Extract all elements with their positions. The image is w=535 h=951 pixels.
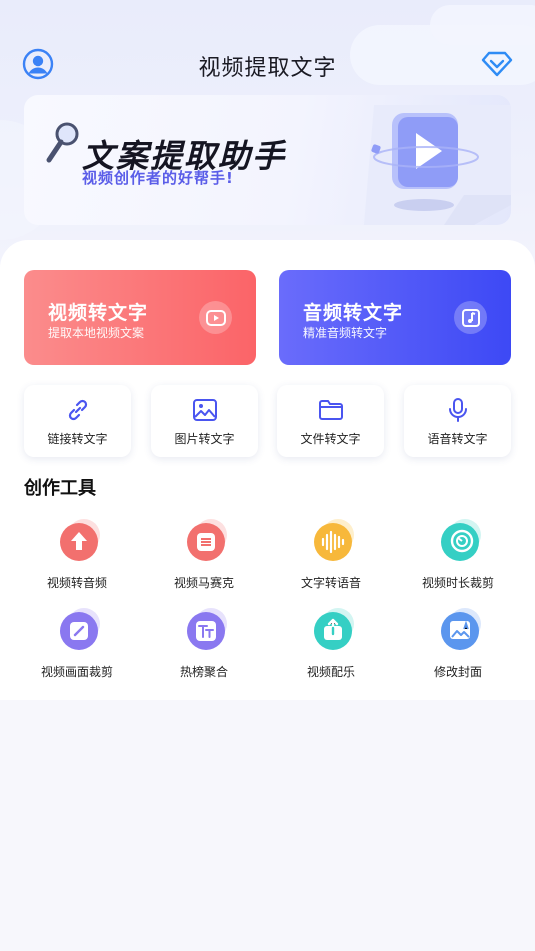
mosaic-icon: [187, 519, 227, 561]
card-label: 文件转文字: [300, 432, 361, 446]
music-note-icon: [454, 301, 487, 334]
file-to-text-button[interactable]: 文件转文字: [277, 385, 384, 457]
card-subtitle: 精准音频转文字: [303, 326, 388, 340]
tool-label: 视频时长裁剪: [421, 576, 494, 590]
card-label: 语音转文字: [427, 432, 488, 446]
tool-label: 视频转音频: [46, 576, 107, 590]
tool-edit-cover[interactable]: 修改封面: [393, 606, 523, 686]
link-icon: [68, 399, 88, 421]
app-header: 视频提取文字: [0, 40, 535, 90]
link-to-text-button[interactable]: 链接转文字: [24, 385, 131, 457]
promo-banner[interactable]: 文案提取助手 视频创作者的好帮手!: [24, 95, 511, 225]
tool-video-frame-crop[interactable]: 视频画面裁剪: [12, 606, 142, 686]
text-format-icon: [187, 608, 227, 650]
play-icon: [199, 301, 232, 334]
tool-label: 文字转语音: [300, 576, 361, 590]
card-title: 音频转文字: [303, 302, 404, 324]
tool-label: 热榜聚合: [179, 665, 228, 679]
soundwave-icon: [314, 519, 354, 561]
tool-text-to-speech[interactable]: 文字转语音: [266, 517, 396, 597]
card-subtitle: 提取本地视频文案: [48, 326, 145, 340]
tool-video-mosaic[interactable]: 视频马赛克: [139, 517, 269, 597]
crop-icon: [60, 608, 100, 650]
card-title: 视频转文字: [48, 302, 149, 324]
audio-to-text-button[interactable]: 音频转文字 精准音频转文字: [279, 270, 511, 365]
upload-arrow-icon: [60, 519, 100, 561]
tool-label: 视频配乐: [306, 665, 355, 679]
tool-video-duration-trim[interactable]: 视频时长裁剪: [393, 517, 523, 597]
voice-to-text-button[interactable]: 语音转文字: [404, 385, 511, 457]
cover-image-icon: [441, 608, 481, 650]
tool-label: 视频马赛克: [173, 576, 234, 590]
microphone-icon: [449, 398, 467, 422]
banner-subtitle: 视频创作者的好帮手!: [82, 169, 234, 187]
video-to-text-button[interactable]: 视频转文字 提取本地视频文案: [24, 270, 256, 365]
tools-section-title: 创作工具: [24, 478, 96, 499]
video-play-illustration: [364, 105, 511, 225]
page-title: 视频提取文字: [198, 56, 337, 81]
tool-video-music[interactable]: 视频配乐: [266, 606, 396, 686]
cloud-decoration: [430, 5, 535, 45]
magnifier-icon: [46, 122, 79, 163]
folder-icon: [319, 400, 343, 420]
tool-label: 视频画面裁剪: [40, 665, 113, 679]
image-to-text-button[interactable]: 图片转文字: [151, 385, 258, 457]
timer-icon: [441, 519, 481, 561]
image-icon: [193, 399, 217, 421]
diamond-icon[interactable]: [481, 50, 513, 78]
share-upload-icon: [314, 608, 354, 650]
card-label: 链接转文字: [47, 432, 108, 446]
tool-video-to-audio[interactable]: 视频转音频: [12, 517, 142, 597]
tool-trending-aggregate[interactable]: 热榜聚合: [139, 606, 269, 686]
card-label: 图片转文字: [174, 432, 235, 446]
tool-label: 修改封面: [433, 665, 482, 679]
